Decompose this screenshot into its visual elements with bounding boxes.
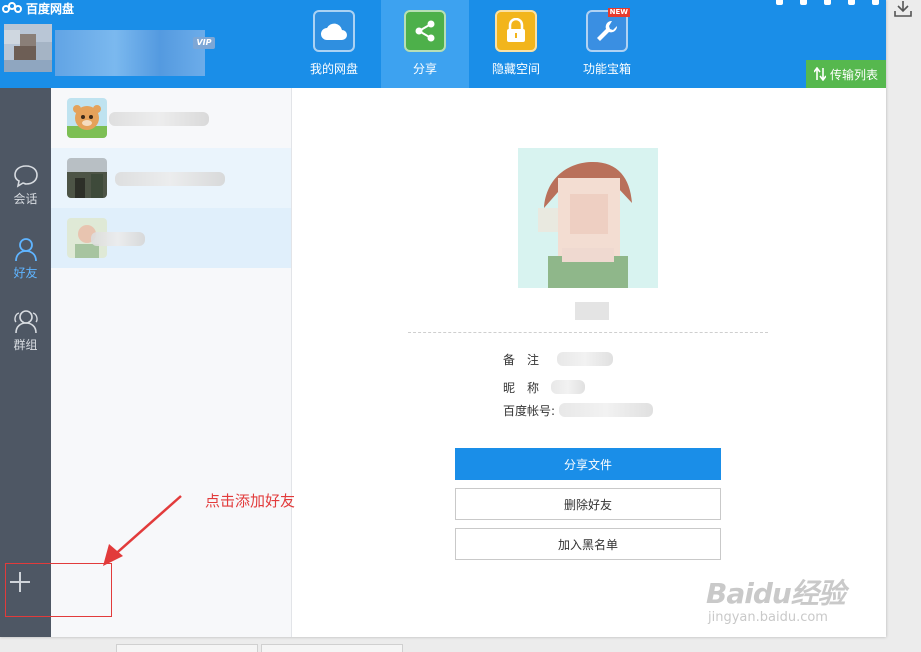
app-title-text: 百度网盘 — [26, 1, 75, 16]
info-row-nickname: 昵 称 — [503, 378, 585, 396]
user-avatar[interactable] — [4, 24, 52, 72]
nav-share[interactable]: 分享 — [381, 0, 469, 88]
nickname-value-blurred — [551, 380, 585, 394]
nav-my-drive[interactable]: 我的网盘 — [290, 0, 378, 88]
watermark: Baidu经验 jingyan.baidu.com — [706, 572, 846, 625]
transfer-arrows-icon — [813, 67, 826, 81]
annotation-highlight-box — [5, 563, 112, 617]
list-item[interactable] — [51, 88, 291, 148]
app-title: 百度网盘 — [2, 0, 74, 16]
vip-badge: VIP — [193, 37, 215, 49]
info-label: 备 注 — [503, 352, 540, 367]
share-icon — [404, 10, 446, 52]
nav-hidden-space[interactable]: 隐藏空间 — [472, 0, 560, 88]
sidebar-item-friends[interactable]: 好友 — [0, 236, 51, 296]
list-item[interactable] — [51, 208, 291, 268]
main-nav: 我的网盘 分享 隐藏空间 NEW 功能宝箱 — [290, 0, 654, 88]
friend-name-blurred — [91, 232, 145, 246]
baidu-cloud-logo-icon — [2, 2, 22, 14]
friend-display-name-blurred — [575, 302, 609, 320]
divider — [408, 332, 768, 333]
user-icon — [14, 238, 37, 262]
info-row-account: 百度帐号: — [503, 401, 653, 419]
annotation-arrow-icon — [103, 495, 182, 566]
nav-label: 功能宝箱 — [582, 62, 631, 76]
chat-bubble-icon — [13, 165, 38, 188]
watermark-logo: Baidu经验 — [706, 577, 846, 610]
transfer-list-label: 传输列表 — [829, 67, 878, 82]
group-icon — [13, 310, 38, 334]
delete-friend-button[interactable]: 删除好友 — [455, 488, 721, 520]
add-to-blacklist-button[interactable]: 加入黑名单 — [455, 528, 721, 560]
transfer-list-button[interactable]: 传输列表 — [806, 60, 886, 88]
minimize-icon[interactable] — [816, 0, 838, 10]
maximize-icon[interactable] — [840, 0, 862, 10]
share-files-button[interactable]: 分享文件 — [455, 448, 721, 480]
nav-label: 隐藏空间 — [491, 62, 540, 76]
sidebar-item-groups[interactable]: 群组 — [0, 308, 51, 368]
annotation-text: 点击添加好友 — [205, 492, 296, 510]
download-icon[interactable] — [893, 0, 913, 18]
wrench-icon: NEW — [586, 8, 630, 52]
header-bar: 百度网盘 VIP 我的网盘 分享 隐藏空间 NEW 功能宝箱 传输列表 — [0, 0, 886, 88]
username-blurred — [55, 30, 205, 76]
nav-toolbox[interactable]: NEW 功能宝箱 — [563, 0, 651, 88]
cloud-icon — [313, 10, 355, 52]
friend-name-blurred — [115, 172, 225, 186]
sidebar-item-chat[interactable]: 会话 — [0, 164, 51, 224]
left-sidebar: 会话 好友 群组 — [0, 88, 51, 637]
list-item[interactable] — [51, 148, 291, 208]
friend-avatar — [67, 98, 107, 138]
close-icon[interactable] — [864, 0, 886, 10]
menu-dropdown-icon[interactable] — [792, 0, 814, 10]
new-badge: NEW — [607, 8, 630, 17]
friend-avatar — [67, 158, 107, 198]
account-value-blurred — [559, 403, 653, 417]
nav-label: 分享 — [412, 62, 437, 76]
friend-name-blurred — [109, 112, 209, 126]
friend-detail-panel: 备 注 昵 称 百度帐号: 分享文件 删除好友 加入黑名单 — [292, 88, 886, 637]
friend-profile-avatar — [518, 148, 658, 288]
info-label: 百度帐号: — [503, 403, 556, 418]
sidebar-item-label: 好友 — [13, 266, 38, 280]
sidebar-item-label: 会话 — [13, 192, 38, 206]
sidebar-item-label: 群组 — [13, 338, 38, 352]
watermark-url: jingyan.baidu.com — [708, 610, 828, 625]
lock-icon — [495, 10, 537, 52]
info-row-remark: 备 注 — [503, 350, 613, 368]
skin-icon[interactable] — [768, 0, 790, 10]
nav-label: 我的网盘 — [309, 62, 358, 76]
window-controls — [766, 0, 886, 10]
remark-value-blurred — [557, 352, 613, 366]
